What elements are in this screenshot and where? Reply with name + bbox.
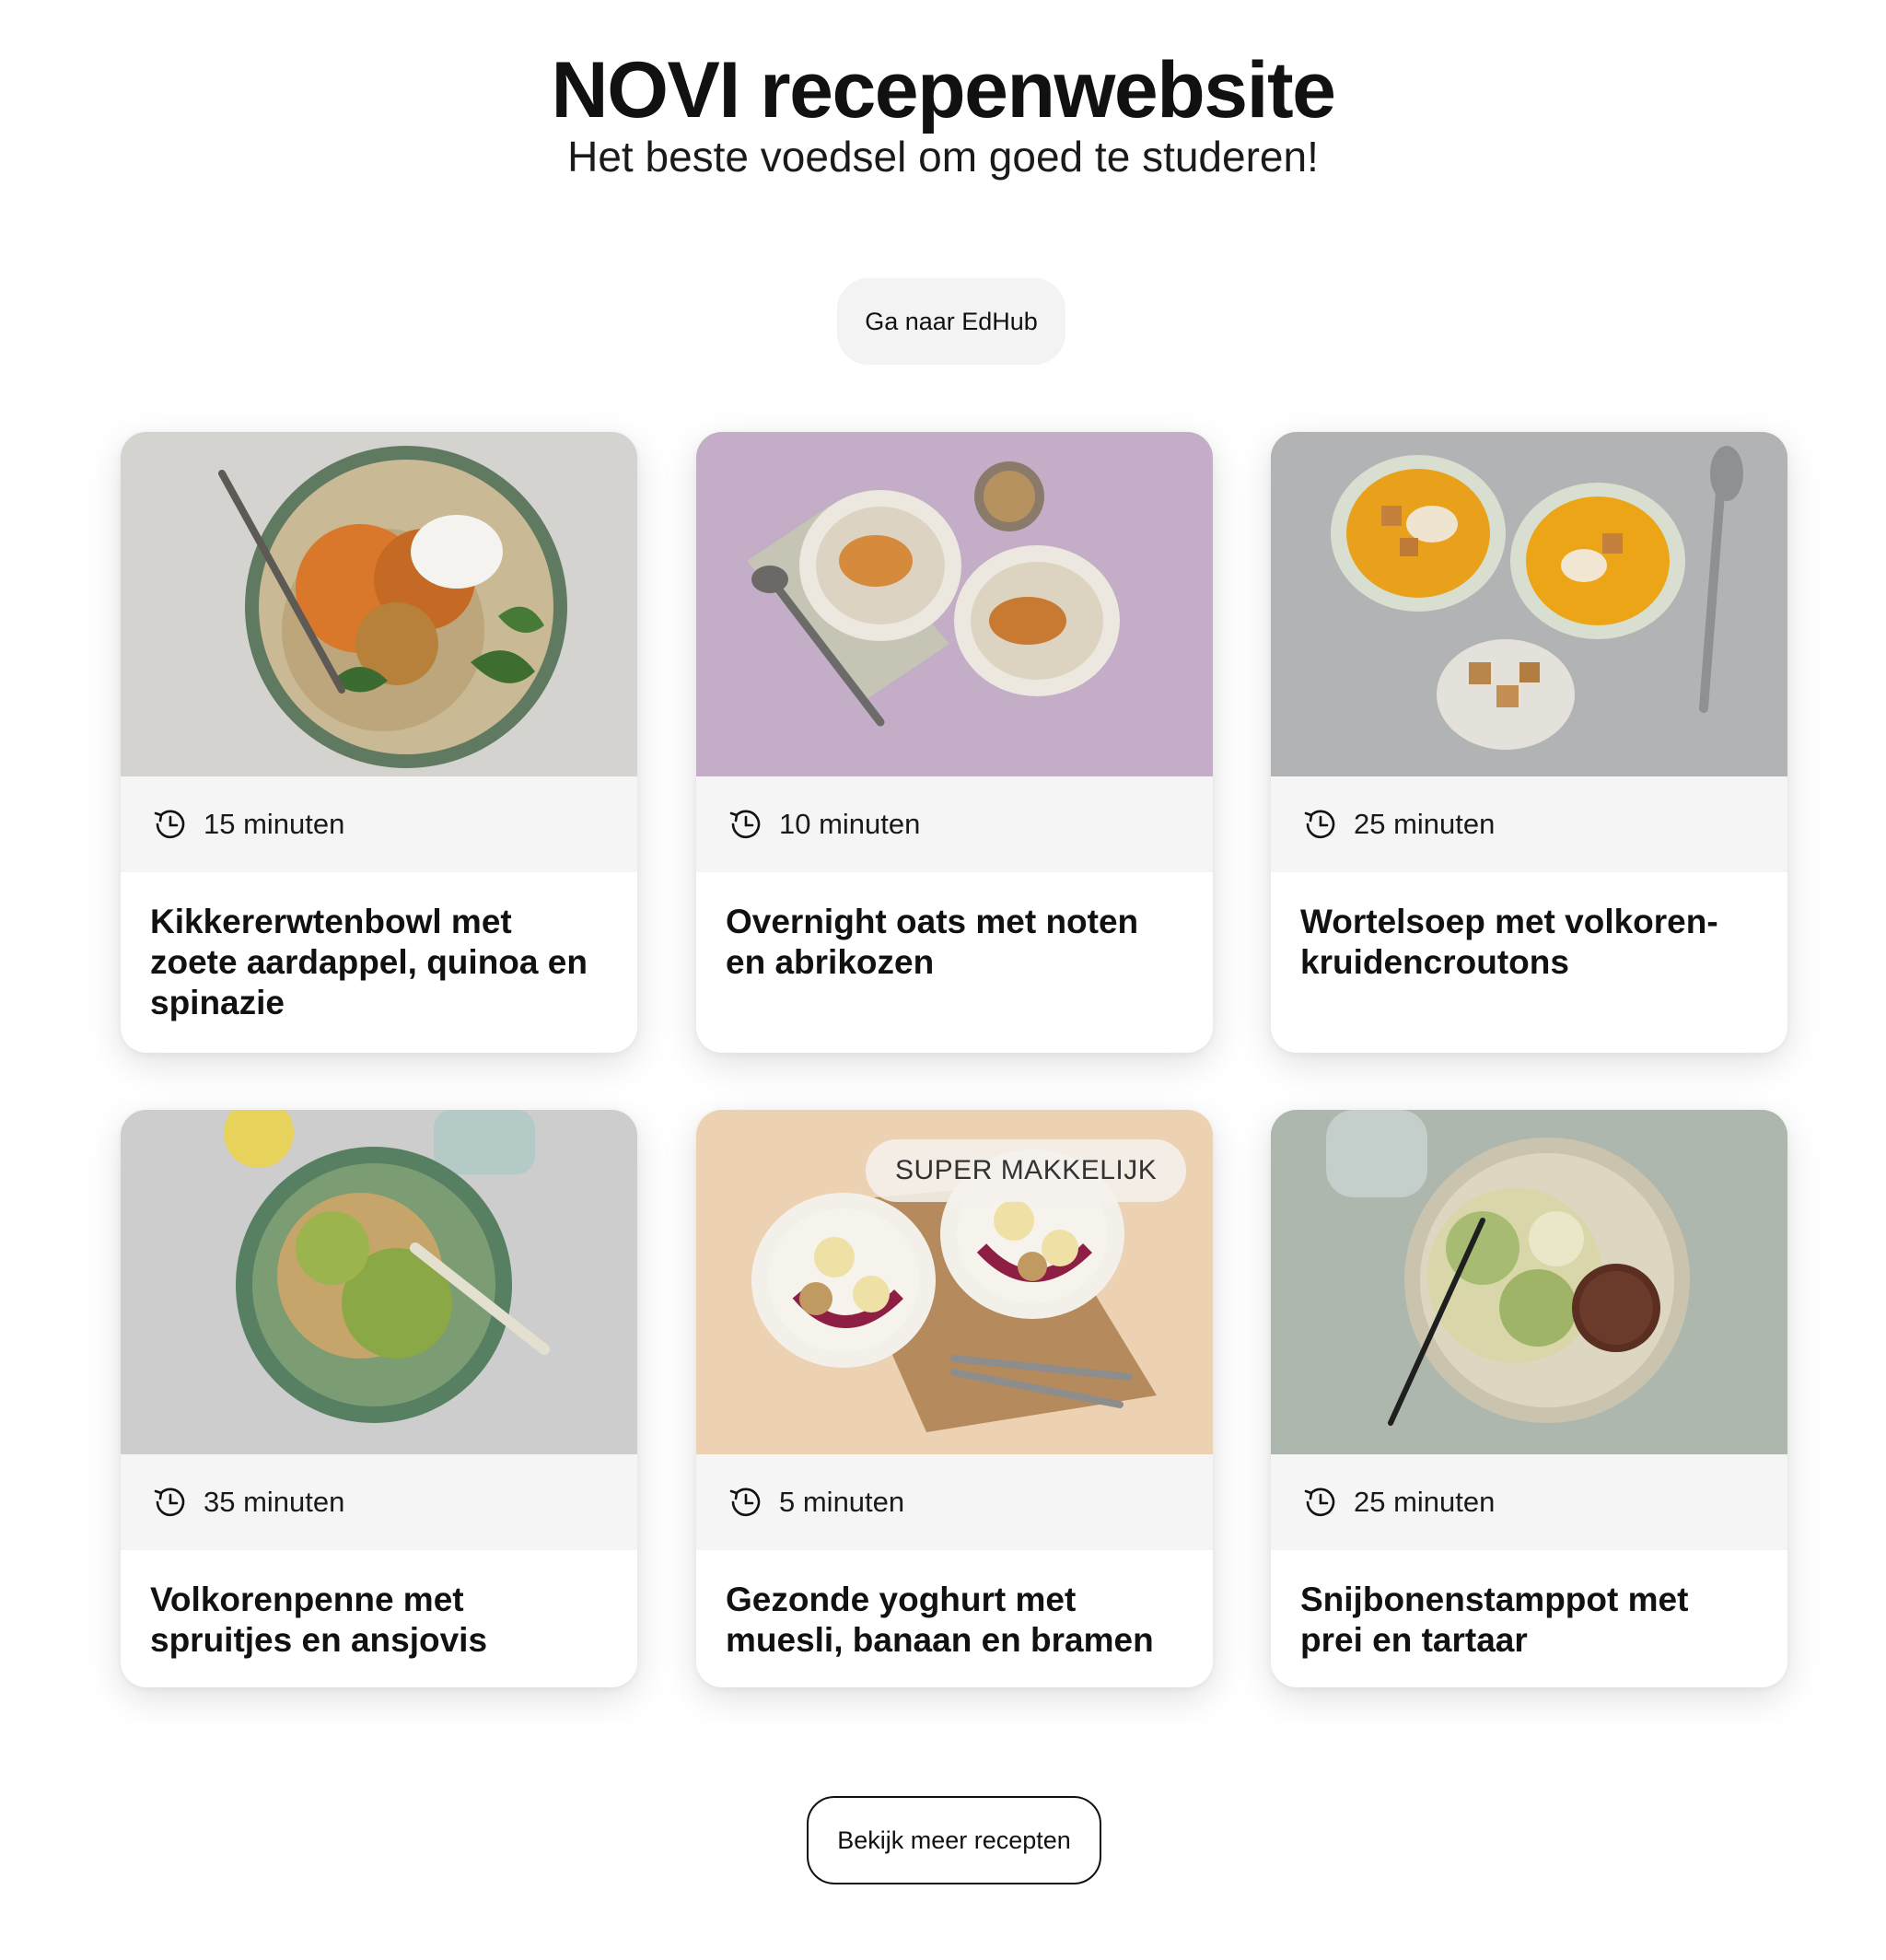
cooking-time: 25 minuten <box>1271 1454 1787 1550</box>
cooking-time: 10 minuten <box>696 776 1213 872</box>
recipe-card[interactable]: 25 minuten Snijbonenstamppot met prei en… <box>1271 1110 1787 1687</box>
cooking-time-label: 25 minuten <box>1354 1486 1496 1518</box>
cooking-time-label: 25 minuten <box>1354 808 1496 840</box>
recipe-title: Snijbonenstamppot met prei en tartaar <box>1300 1581 1689 1659</box>
recipe-photo <box>1271 1110 1787 1454</box>
cooking-time-label: 15 minuten <box>204 808 345 840</box>
recipe-photo <box>1271 432 1787 776</box>
cooking-time-label: 10 minuten <box>779 808 921 840</box>
cooking-time-label: 35 minuten <box>204 1486 345 1518</box>
recipe-card[interactable]: 35 minuten Volkorenpenne met spruitjes e… <box>121 1110 637 1687</box>
page-title: NOVI recepenwebsite <box>551 46 1336 134</box>
overnight-oats-photo <box>696 432 1213 776</box>
recipe-title: Volkorenpenne met spruitjes en ansjovis <box>150 1581 488 1659</box>
carrot-soup-photo <box>1271 432 1787 776</box>
recipe-title: Gezonde yoghurt met muesli, banaan en br… <box>726 1581 1154 1659</box>
recipe-photo <box>121 432 637 776</box>
cooking-time: 35 minuten <box>121 1454 637 1550</box>
recipe-badge: SUPER MAKKELIJK <box>866 1139 1187 1202</box>
recipe-card[interactable]: 10 minuten Overnight oats met noten en a… <box>696 432 1213 1053</box>
clock-icon <box>150 804 191 845</box>
recipe-title: Overnight oats met noten en abrikozen <box>726 903 1139 981</box>
recipe-photo: SUPER MAKKELIJK <box>696 1110 1213 1454</box>
page: NOVI recepenwebsite Het beste voedsel om… <box>0 0 1886 1960</box>
page-subtitle: Het beste voedsel om goed te studeren! <box>567 133 1319 181</box>
recipe-photo <box>696 432 1213 776</box>
recipe-title: Wortelsoep met volkoren-kruidencroutons <box>1300 903 1718 981</box>
recipe-photo <box>121 1110 637 1454</box>
clock-icon <box>1300 1482 1341 1522</box>
recipe-card[interactable]: 25 minuten Wortelsoep met volkoren-kruid… <box>1271 432 1787 1053</box>
cooking-time-label: 5 minuten <box>779 1486 905 1518</box>
penne-photo <box>121 1110 637 1454</box>
cooking-time: 5 minuten <box>696 1454 1213 1550</box>
clock-icon <box>150 1482 191 1522</box>
more-recipes-button[interactable]: Bekijk meer recepten <box>807 1796 1101 1884</box>
chickpea-bowl-photo <box>121 432 637 776</box>
recipe-card[interactable]: SUPER MAKKELIJK 5 minuten Gezonde yoghur… <box>696 1110 1213 1687</box>
clock-icon <box>726 804 766 845</box>
recipe-title: Kikkererwtenbowl met zoete aardappel, qu… <box>150 903 588 1021</box>
edhub-button[interactable]: Ga naar EdHub <box>837 278 1065 365</box>
cooking-time: 15 minuten <box>121 776 637 872</box>
clock-icon <box>726 1482 766 1522</box>
recipe-card[interactable]: 15 minuten Kikkererwtenbowl met zoete aa… <box>121 432 637 1053</box>
clock-icon <box>1300 804 1341 845</box>
cooking-time: 25 minuten <box>1271 776 1787 872</box>
stamppot-photo <box>1271 1110 1787 1454</box>
